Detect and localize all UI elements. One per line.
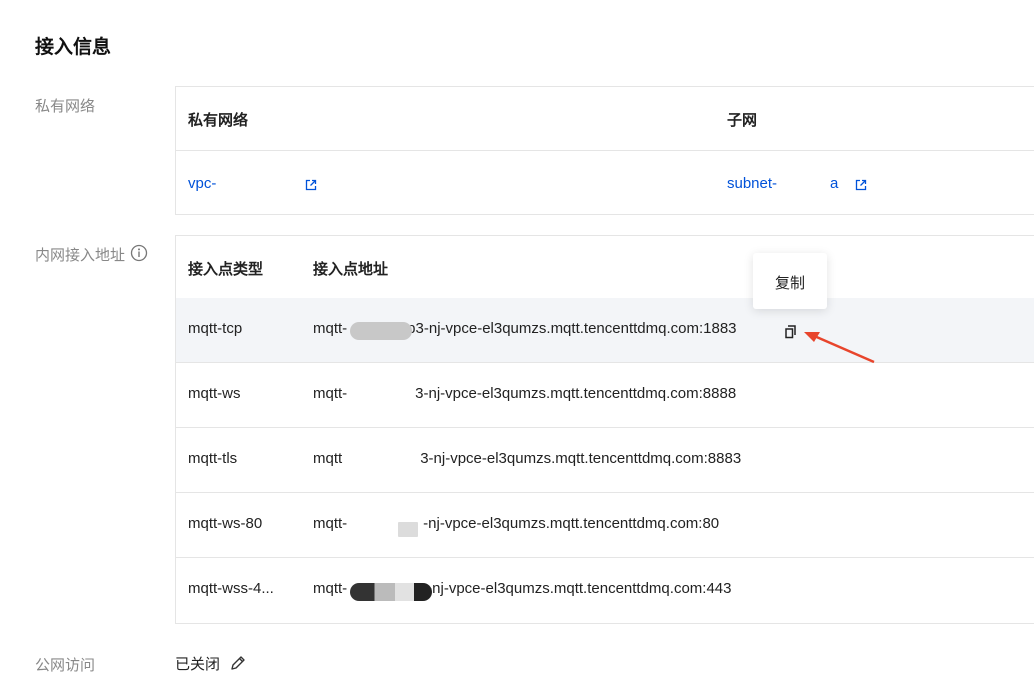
copy-tooltip: 复制 [753, 253, 827, 309]
table-row: mqtt-tls mqtt 3-nj-vpce-el3qumzs.mqtt.ten… [176, 428, 1034, 493]
endpoint-type: mqtt-ws-80 [188, 515, 263, 532]
col-addr: 接入点地址 [313, 261, 389, 278]
vpc-table-header: 私有网络 子网 [176, 87, 1034, 151]
endpoints-table: 接入点类型 接入点地址 mqtt-tcp mqtt-p3-nj-vpce-el3… [175, 235, 1034, 624]
tooltip-text: 复制 [775, 275, 806, 292]
col-subnet: 子网 [727, 112, 758, 129]
address-suffix: -nj-vpce-el3qumzs.mqtt.tencenttdmq.com:8… [423, 515, 720, 532]
address-suffix: 3-nj-vpce-el3qumzs.mqtt.tencenttdmq.com:… [420, 450, 742, 467]
endpoint-address: mqtt- 3-nj-vpce-el3qumzs.mqtt.tencenttdmq… [313, 385, 736, 402]
endpoints-table-header: 接入点类型 接入点地址 [176, 236, 1034, 299]
address-prefix: mqtt- [313, 385, 348, 402]
vpc-label: 私有网络 [35, 98, 96, 115]
external-link-icon[interactable] [855, 179, 867, 191]
public-access-status: 已关闭 [175, 656, 221, 673]
table-row: mqtt-ws mqtt- 3-nj-vpce-el3qumzs.mqtt.ten… [176, 363, 1034, 428]
col-type: 接入点类型 [188, 261, 264, 278]
endpoint-type: mqtt-wss-4... [188, 580, 274, 597]
copy-icon[interactable] [784, 325, 798, 339]
annotation-arrow [804, 332, 875, 364]
vpc-table: 私有网络 子网 vpc- subnet-a [175, 86, 1034, 215]
address-suffix: p3-nj-vpce-el3qumzs.mqtt.tencenttdmq.com… [407, 320, 737, 337]
redaction-blur [350, 322, 412, 340]
subnet-prefix: subnet- [727, 175, 778, 192]
endpoints-label: 内网接入地址 [35, 247, 126, 264]
redaction-blur [398, 522, 418, 537]
subnet-suffix: a [830, 175, 839, 192]
table-row: mqtt-wss-4... mqtt- -nj-vpce-el3qumzs.mqt… [176, 558, 1034, 622]
address-suffix: -nj-vpce-el3qumzs.mqtt.tencenttdmq.com:4… [427, 580, 732, 597]
subnet-link[interactable]: subnet-a [727, 175, 838, 192]
table-row: mqtt-tcp mqtt-p3-nj-vpce-el3qumzs.mqtt.t… [176, 298, 1034, 363]
public-access-label: 公网访问 [35, 657, 96, 674]
vpc-link[interactable]: vpc- [188, 175, 216, 192]
endpoint-type: mqtt-tls [188, 450, 238, 467]
endpoint-type: mqtt-tcp [188, 320, 243, 337]
address-prefix: mqtt- [313, 515, 348, 532]
table-row: mqtt-ws-80 mqtt- -nj-vpce-el3qumzs.mqtt.t… [176, 493, 1034, 558]
info-icon[interactable] [130, 244, 148, 262]
endpoint-address: mqtt 3-nj-vpce-el3qumzs.mqtt.tencenttdmq.… [313, 450, 741, 467]
address-suffix: 3-nj-vpce-el3qumzs.mqtt.tencenttdmq.com:… [415, 385, 737, 402]
endpoint-type: mqtt-ws [188, 385, 241, 402]
address-prefix: mqtt [313, 450, 343, 467]
redaction-blur [350, 583, 432, 601]
section-title: 接入信息 [35, 37, 112, 58]
pencil-icon[interactable] [229, 654, 247, 672]
address-prefix: mqtt- [313, 320, 348, 337]
address-prefix: mqtt- [313, 580, 348, 597]
external-link-icon[interactable] [305, 179, 317, 191]
col-vpc: 私有网络 [188, 112, 249, 129]
endpoint-address: mqtt- -nj-vpce-el3qumzs.mqtt.tencenttdmq.… [313, 515, 719, 532]
